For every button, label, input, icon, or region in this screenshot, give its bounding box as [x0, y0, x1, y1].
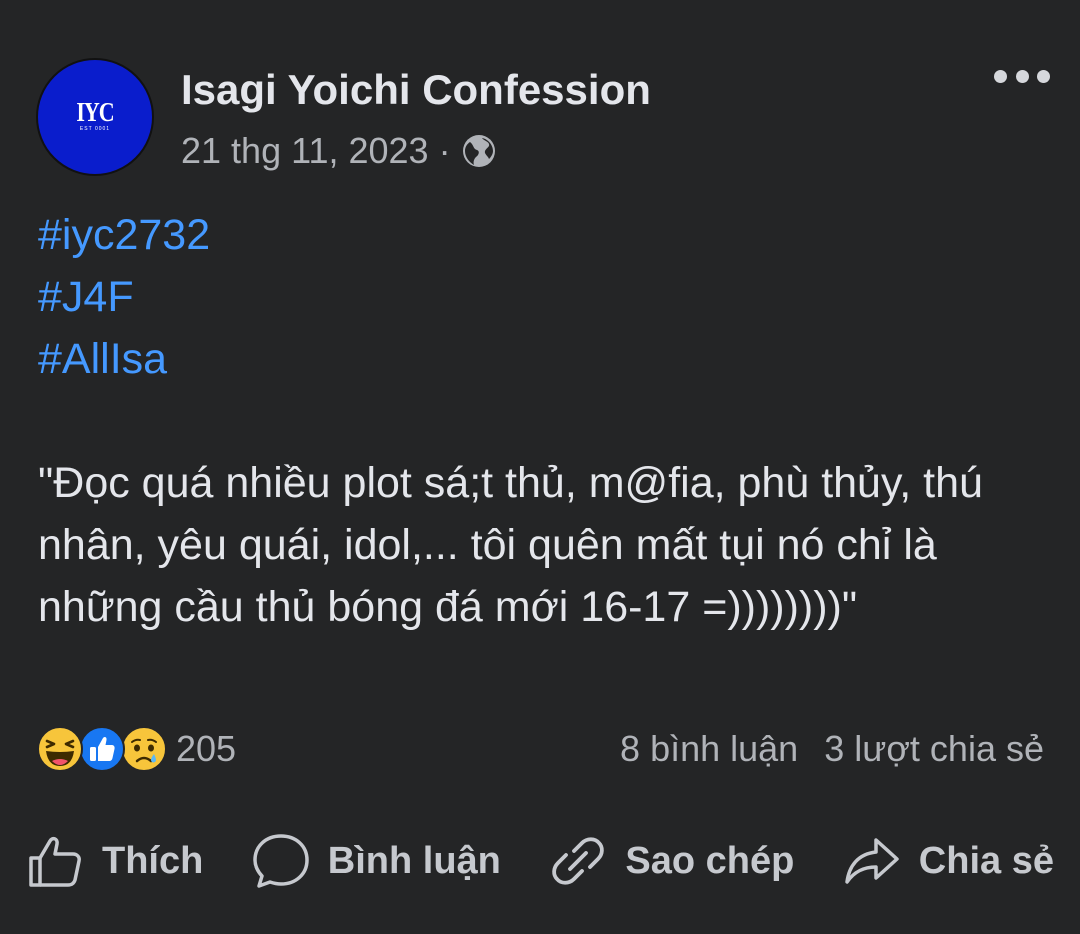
shares-count[interactable]: 3 lượt chia sẻ — [824, 728, 1044, 770]
globe-icon — [462, 135, 495, 167]
page-name[interactable]: Isagi Yoichi Confession — [181, 66, 651, 114]
like-icon — [79, 726, 125, 772]
comments-count[interactable]: 8 bình luận — [620, 728, 798, 770]
sad-icon — [121, 726, 167, 772]
share-arrow-icon — [845, 838, 899, 884]
link-icon — [552, 837, 605, 885]
post-content: #iyc2732 #J4F #AllIsa "Đọc quá nhiều plo… — [38, 204, 1050, 638]
share-label: Chia sẻ — [918, 839, 1054, 882]
like-label: Thích — [102, 839, 204, 882]
reaction-icons[interactable] — [36, 725, 167, 773]
comment-button[interactable]: Bình luận — [252, 832, 501, 890]
like-button[interactable]: Thích — [26, 832, 203, 890]
hashtag-link[interactable]: #AllIsa — [38, 328, 1050, 390]
copy-label: Sao chép — [625, 839, 795, 882]
reactions-bar: 205 8 bình luận 3 lượt chia sẻ — [36, 722, 1044, 776]
avatar-logo-text: IYC — [76, 95, 114, 127]
page-avatar[interactable]: IYC EST 0001 — [36, 58, 154, 176]
post-actions: Thích Bình luận Sao chép Chia sẻ — [26, 826, 1054, 896]
post-header: IYC EST 0001 Isagi Yoichi Confession 21 … — [36, 58, 1050, 178]
post-meta: 21 thg 11, 2023 · — [181, 130, 497, 172]
more-options-button[interactable] — [994, 64, 1050, 88]
comment-label: Bình luận — [327, 839, 501, 882]
engagement-stats: 8 bình luận 3 lượt chia sẻ — [620, 728, 1044, 770]
more-dot-icon — [1015, 69, 1029, 83]
copy-link-button[interactable]: Sao chép — [549, 832, 794, 890]
post-body: "Đọc quá nhiều plot sá;t thủ, m@fia, phù… — [38, 459, 995, 631]
thumbs-up-icon — [29, 836, 81, 887]
haha-icon — [37, 726, 83, 772]
share-button[interactable]: Chia sẻ — [843, 832, 1054, 890]
hashtag-link[interactable]: #J4F — [38, 266, 1050, 328]
more-dot-icon — [1037, 69, 1050, 83]
reaction-count[interactable]: 205 — [176, 728, 236, 770]
more-dot-icon — [994, 69, 1007, 83]
meta-separator: · — [438, 130, 451, 171]
hashtag-link[interactable]: #iyc2732 — [38, 204, 1050, 266]
comment-bubble-icon — [253, 834, 309, 888]
post-date[interactable]: 21 thg 11, 2023 — [181, 130, 429, 172]
